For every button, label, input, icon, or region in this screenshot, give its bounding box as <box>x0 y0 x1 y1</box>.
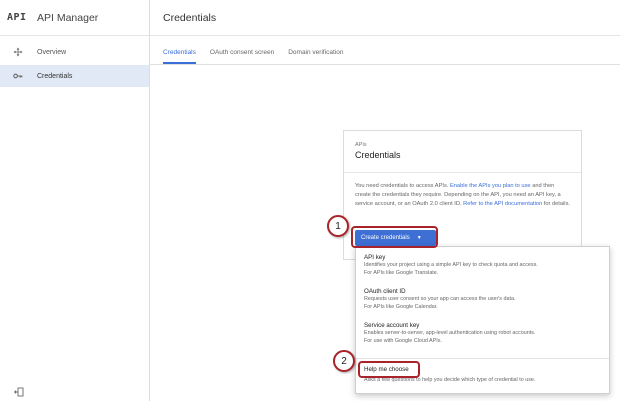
menu-item-desc: For APIs like Google Calendar. <box>364 304 438 311</box>
app-title: API Manager <box>37 11 99 24</box>
tab-credentials[interactable]: Credentials <box>163 49 196 64</box>
card-title: Credentials <box>355 150 401 160</box>
page-title: Credentials <box>163 11 217 24</box>
api-documentation-link[interactable]: Refer to the API documentation <box>463 201 542 207</box>
menu-item-api-key[interactable]: API key Identifies your project using a … <box>364 254 603 277</box>
menu-item-title: OAuth client ID <box>364 288 406 295</box>
menu-item-title: API key <box>364 254 386 261</box>
tab-bar: Credentials OAuth consent screen Domain … <box>150 36 620 65</box>
description-text: for details. <box>542 200 570 207</box>
tab-domain-verification[interactable]: Domain verification <box>288 49 343 64</box>
sidebar: API API Manager Overview Credentials <box>0 0 150 401</box>
menu-item-desc: Identifies your project using a simple A… <box>364 262 538 268</box>
callout-badge-2: 2 <box>333 350 355 372</box>
brand: API API Manager <box>0 0 149 36</box>
callout-highlight-help-me-choose <box>358 361 420 378</box>
tab-oauth-consent-screen[interactable]: OAuth consent screen <box>210 49 274 64</box>
card-header: APIs Credentials <box>344 131 581 173</box>
callout-highlight-create-button <box>351 226 438 248</box>
menu-item-service-account-key[interactable]: Service account key Enables server-to-se… <box>364 322 603 345</box>
key-icon <box>12 70 24 82</box>
menu-item-desc: For APIs like Google Translate. <box>364 270 439 277</box>
menu-item-title: Service account key <box>364 322 420 329</box>
page-header: Credentials <box>150 0 620 36</box>
card-kicker: APIs <box>355 142 367 148</box>
callout-badge-1: 1 <box>327 215 349 237</box>
menu-item-desc: Enables server-to-server, app-level auth… <box>364 330 536 336</box>
menu-divider <box>356 358 609 359</box>
collapse-sidebar-icon[interactable] <box>14 387 24 397</box>
sidebar-item-overview[interactable]: Overview <box>0 41 149 63</box>
sidebar-item-label: Overview <box>37 48 67 56</box>
menu-item-desc: For use with Google Cloud APIs. <box>364 338 442 345</box>
diamond-nav-icon <box>12 46 24 58</box>
menu-item-desc: Requests user consent so your app can ac… <box>364 296 516 302</box>
api-logo: API <box>7 12 27 23</box>
enable-apis-link[interactable]: Enable the APIs you plan to use <box>450 183 531 189</box>
sidebar-item-label: Credentials <box>37 72 73 80</box>
description-text: You need credentials to access APIs. <box>355 183 450 189</box>
sidebar-item-credentials[interactable]: Credentials <box>0 65 149 87</box>
menu-item-oauth-client-id[interactable]: OAuth client ID Requests user consent so… <box>364 288 603 311</box>
card-description: You need credentials to access APIs. Ena… <box>344 173 581 208</box>
